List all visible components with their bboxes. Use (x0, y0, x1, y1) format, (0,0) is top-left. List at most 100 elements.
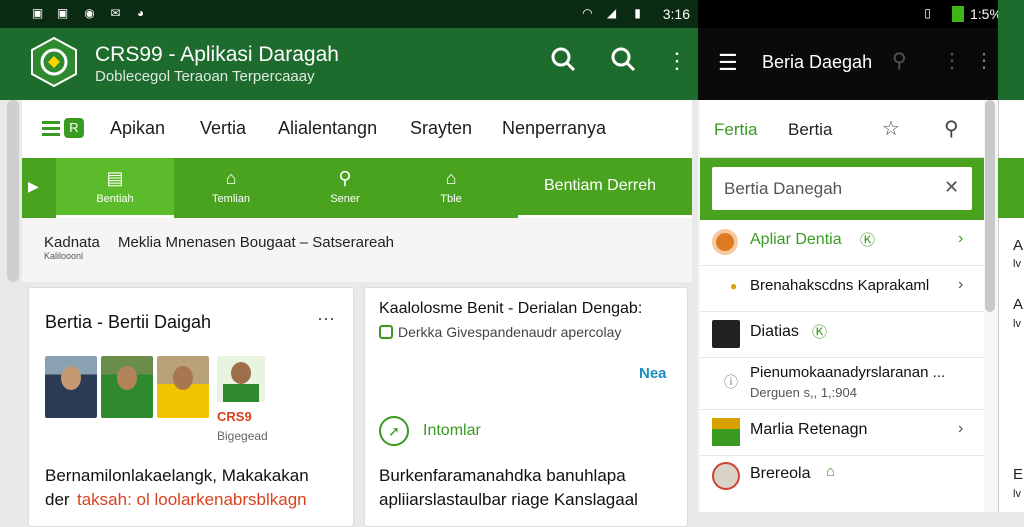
more-vert-icon: ⋮ (666, 48, 688, 73)
mail-icon: ✉ (110, 6, 121, 20)
nav-item-alialentangn[interactable]: Alialentangn (278, 118, 377, 139)
tab-temlian[interactable]: ⌂ Temlian (188, 158, 274, 218)
breadcrumb-path[interactable]: Meklia Mnenasen Bougaat – Satserareah (118, 234, 394, 251)
menu-icon-bar (42, 133, 60, 136)
new-badge: Nea (639, 365, 667, 382)
chevron-right-icon[interactable]: ▶ (28, 178, 39, 195)
menu-toggle[interactable]: R (42, 118, 86, 140)
card-body: apliiarslastaulbar riage Kanslagaal (379, 490, 638, 509)
search-input[interactable]: Bertia Danegah ✕ (712, 167, 972, 210)
list-item-label: Pienumokaanadyrslaranan ... (750, 364, 946, 381)
app-title: CRS99 - Aplikasi Daragah (95, 43, 339, 66)
panel-tabs: Fertia Bertia ☆ ⚲ (700, 100, 984, 158)
card-body-highlight[interactable]: taksah: ol loolarkenabrsblkagn (77, 490, 307, 510)
action-icon[interactable]: ➚ (379, 416, 409, 446)
search-button[interactable] (548, 46, 578, 76)
edge-text: A (1013, 296, 1024, 313)
avatar (712, 229, 738, 255)
home-icon: ⌂ (225, 168, 237, 188)
tab-bar: ▶ ▤ Bentiah ⌂ Temlian ⚲ Sener ⌂ Tble Ben… (22, 158, 692, 218)
edge-text: lv (1013, 488, 1021, 500)
badge-icon (379, 325, 393, 339)
card-body: Bernamilonlakaelangk, Makakakan (45, 466, 309, 485)
search-icon (611, 47, 636, 72)
more-vert-icon[interactable]: ⋮ (942, 48, 962, 73)
tab-bertia[interactable]: Bertia (788, 120, 832, 140)
search-icon: ⚲ (338, 168, 352, 188)
news-card[interactable]: Bertia - Bertii Daigah ··· CRS9 Bigegead… (28, 287, 354, 527)
logo-sub: Bigegead (217, 429, 268, 443)
tab-label: Temlian (212, 193, 250, 205)
clear-icon[interactable]: ✕ (944, 177, 959, 198)
logo-label: CRS9 (217, 409, 252, 424)
list-item[interactable]: Brereola ⌂ (700, 456, 984, 512)
list-item[interactable]: Marlia Retenagn › (700, 410, 984, 456)
person-photo (45, 356, 97, 418)
list-item[interactable]: ⓘ Pienumokaanadyrslaranan ... Derguen s,… (700, 358, 984, 410)
vibrate-icon: ▯ (924, 6, 931, 20)
star-icon[interactable]: ☆ (882, 116, 900, 141)
badge-icon: ⌂ (826, 463, 836, 480)
list-item-sub: Derguen s,, 1,:904 (750, 385, 857, 400)
tab-label: Bentiam Derreh (544, 177, 657, 194)
edge-text: lv (1013, 318, 1021, 330)
chevron-right-icon: › (958, 230, 964, 247)
menu-icon (42, 121, 60, 124)
list-item-label: Diatias (750, 323, 799, 340)
tab-sener[interactable]: ⚲ Sener (302, 158, 388, 218)
status-bar-right: ▯ 1:5% (698, 0, 1002, 28)
search-button-2[interactable] (608, 46, 638, 76)
person-photo (157, 356, 209, 418)
panel-title: Beria Daegah (762, 52, 873, 72)
action-link[interactable]: Intomlar (423, 422, 481, 440)
wifi-icon: ◠ (582, 6, 593, 20)
nav-item-apikan[interactable]: Apikan (110, 118, 165, 139)
list-item[interactable]: Diatias Ⓚ (700, 312, 984, 358)
search-icon[interactable]: ⚲ (892, 48, 907, 73)
list-item[interactable]: Apliar Dentia Ⓚ › (700, 220, 984, 266)
search-icon[interactable]: ⚲ (944, 116, 959, 141)
app-badge-icon: R (64, 118, 84, 138)
scrollbar[interactable] (985, 100, 995, 312)
edge-text: A (1013, 237, 1024, 254)
hamburger-icon[interactable]: ☰ (718, 50, 738, 76)
tab-label: Tble (440, 193, 462, 205)
sync-icon: ◉ (84, 6, 95, 20)
info-icon: ⓘ (724, 374, 738, 390)
badge-icon: Ⓚ (812, 324, 828, 341)
shirt (223, 384, 259, 402)
app-logo[interactable] (30, 36, 78, 88)
house-icon: ⌂ (445, 168, 457, 188)
status-bar: ▣ ▣ ◉ ✉ ◕ ◠ ◢ ▮ 3:16 (0, 0, 698, 28)
card-subtitle: Derkka Givespandenaudr apercolay (398, 324, 622, 340)
nav-item-vertia[interactable]: Vertia (200, 118, 246, 139)
nav-item-srayten[interactable]: Srayten (410, 118, 472, 139)
scrollbar[interactable] (7, 100, 19, 282)
edge-text: lv (1013, 258, 1021, 270)
tab-bentiam-derreh[interactable]: Bentiam Derreh (518, 158, 692, 218)
app-subtitle: Doblecegol Teraoan Terpercaaay (95, 68, 315, 85)
person-photo (101, 356, 153, 418)
card-body: Burkenfaramanahdka banuhlapa (379, 466, 626, 485)
news-card[interactable]: Kaalolosme Benit - Derialan Dengab: Derk… (364, 287, 688, 527)
list-item-label: Marlia Retenagn (750, 421, 868, 438)
battery-icon: ▮ (634, 6, 641, 20)
more-icon[interactable]: ··· (317, 308, 335, 329)
nav-item-nenperranya[interactable]: Nenperranya (502, 118, 606, 139)
list-item[interactable]: ● Brenahakscdns Kaprakaml › (700, 266, 984, 312)
face (61, 366, 81, 390)
battery-icon (952, 6, 964, 22)
more-vert-icon[interactable]: ⋮ (974, 48, 994, 73)
breadcrumb-home[interactable]: Kadnata (44, 234, 100, 251)
overflow-menu-button[interactable]: ⋮ (662, 46, 692, 76)
status-time: 3:16 (662, 6, 690, 22)
card-title: Kaalolosme Benit - Derialan Dengab: (379, 300, 643, 317)
next-panel-header (998, 0, 1024, 100)
gallery-icon: ▣ (56, 6, 69, 20)
card-title: Bertia - Bertii Daigah (45, 312, 212, 332)
breadcrumb-home-sub: Kalilooonl (44, 251, 84, 261)
list-item-label: Apliar Dentia (750, 231, 842, 248)
tab-fertia[interactable]: Fertia (714, 120, 757, 140)
tab-tble[interactable]: ⌂ Tble (408, 158, 494, 218)
tab-bentiah[interactable]: ▤ Bentiah (56, 158, 174, 218)
